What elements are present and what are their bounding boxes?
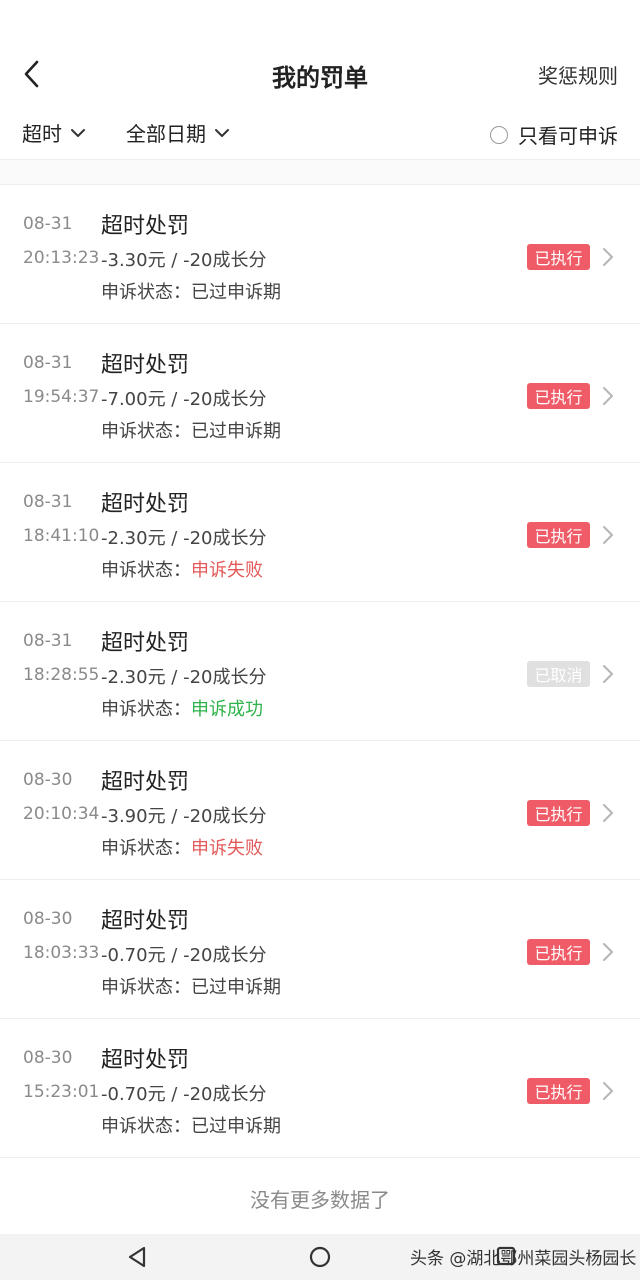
chevron-down-icon bbox=[71, 128, 85, 137]
record-date: 08-31 bbox=[23, 631, 73, 651]
watermark-text: 头条 @湖北鄂州菜园头杨园长 bbox=[410, 1249, 637, 1269]
appeal-status-prefix: 申诉状态： bbox=[101, 282, 191, 303]
record-date: 08-30 bbox=[23, 770, 73, 790]
appeal-status-prefix: 申诉状态： bbox=[101, 421, 191, 442]
type-filter-dropdown[interactable]: 超时 bbox=[22, 118, 86, 147]
record-title: 超时处罚 bbox=[101, 214, 190, 239]
chevron-right-icon bbox=[603, 387, 613, 405]
chevron-right-icon bbox=[603, 1082, 613, 1100]
execution-status-badge: 已执行 bbox=[527, 1078, 590, 1104]
execution-status-badge: 已执行 bbox=[527, 939, 590, 965]
appeal-only-radio[interactable] bbox=[490, 125, 508, 144]
appeal-status-line: 申诉状态：已过申诉期 bbox=[101, 1112, 281, 1138]
execution-status-badge: 已取消 bbox=[527, 661, 590, 687]
execution-status-badge: 已执行 bbox=[527, 383, 590, 409]
circle-home-icon[interactable] bbox=[309, 1246, 331, 1268]
penalty-row[interactable]: 08-31 18:28:55 超时处罚 -2.30元 / -20成长分 申诉状态… bbox=[0, 602, 640, 741]
record-amount: -0.70元 / -20成长分 bbox=[101, 1084, 267, 1105]
record-amount: -2.30元 / -20成长分 bbox=[101, 667, 267, 688]
record-time: 20:10:34 bbox=[23, 804, 100, 824]
record-title: 超时处罚 bbox=[101, 492, 190, 517]
app-header: 我的罚单 奖惩规则 bbox=[0, 0, 640, 110]
record-date: 08-31 bbox=[23, 214, 73, 234]
appeal-only-toggle[interactable]: 只看可申诉 bbox=[490, 120, 618, 149]
type-filter-label: 超时 bbox=[22, 122, 62, 146]
chevron-down-icon bbox=[215, 128, 229, 137]
chevron-right-icon bbox=[603, 665, 613, 683]
appeal-status-prefix: 申诉状态： bbox=[101, 1116, 191, 1137]
appeal-status-line: 申诉状态：申诉失败 bbox=[101, 834, 263, 860]
appeal-status-prefix: 申诉状态： bbox=[101, 699, 191, 720]
record-time: 18:41:10 bbox=[23, 526, 100, 546]
appeal-status-value: 已过申诉期 bbox=[191, 421, 281, 442]
record-title: 超时处罚 bbox=[101, 909, 190, 934]
record-amount: -3.90元 / -20成长分 bbox=[101, 806, 267, 827]
penalty-list: 08-31 20:13:23 超时处罚 -3.30元 / -20成长分 申诉状态… bbox=[0, 185, 640, 1158]
chevron-right-icon bbox=[603, 943, 613, 961]
execution-status-badge: 已执行 bbox=[527, 244, 590, 270]
appeal-status-prefix: 申诉状态： bbox=[101, 977, 191, 998]
record-amount: -3.30元 / -20成长分 bbox=[101, 250, 267, 271]
triangle-back-icon[interactable] bbox=[126, 1245, 148, 1269]
record-title: 超时处罚 bbox=[101, 1048, 190, 1073]
appeal-status-line: 申诉状态：已过申诉期 bbox=[101, 417, 281, 443]
list-top-spacer bbox=[0, 160, 640, 185]
record-time: 18:28:55 bbox=[23, 665, 100, 685]
record-amount: -2.30元 / -20成长分 bbox=[101, 528, 267, 549]
record-time: 15:23:01 bbox=[23, 1082, 100, 1102]
rules-link[interactable]: 奖惩规则 bbox=[538, 60, 618, 89]
record-amount: -7.00元 / -20成长分 bbox=[101, 389, 267, 410]
appeal-status-prefix: 申诉状态： bbox=[101, 838, 191, 859]
system-nav-bar: 头条 @湖北鄂州菜园头杨园长 bbox=[0, 1234, 640, 1280]
record-amount: -0.70元 / -20成长分 bbox=[101, 945, 267, 966]
penalty-row[interactable]: 08-31 20:13:23 超时处罚 -3.30元 / -20成长分 申诉状态… bbox=[0, 185, 640, 324]
record-date: 08-30 bbox=[23, 909, 73, 929]
date-filter-dropdown[interactable]: 全部日期 bbox=[126, 118, 230, 147]
no-more-data-text: 没有更多数据了 bbox=[250, 1188, 390, 1212]
penalty-row[interactable]: 08-31 19:54:37 超时处罚 -7.00元 / -20成长分 申诉状态… bbox=[0, 324, 640, 463]
appeal-status-prefix: 申诉状态： bbox=[101, 560, 191, 581]
record-date: 08-30 bbox=[23, 1048, 73, 1068]
date-filter-label: 全部日期 bbox=[126, 122, 206, 146]
appeal-status-value: 已过申诉期 bbox=[191, 1116, 281, 1137]
appeal-status-value: 申诉失败 bbox=[191, 560, 263, 581]
record-time: 19:54:37 bbox=[23, 387, 100, 407]
execution-status-badge: 已执行 bbox=[527, 800, 590, 826]
record-date: 08-31 bbox=[23, 492, 73, 512]
penalty-row[interactable]: 08-31 18:41:10 超时处罚 -2.30元 / -20成长分 申诉状态… bbox=[0, 463, 640, 602]
penalty-row[interactable]: 08-30 15:23:01 超时处罚 -0.70元 / -20成长分 申诉状态… bbox=[0, 1019, 640, 1158]
appeal-status-value: 申诉成功 bbox=[191, 699, 263, 720]
record-date: 08-31 bbox=[23, 353, 73, 373]
execution-status-badge: 已执行 bbox=[527, 522, 590, 548]
penalty-row[interactable]: 08-30 18:03:33 超时处罚 -0.70元 / -20成长分 申诉状态… bbox=[0, 880, 640, 1019]
appeal-status-line: 申诉状态：已过申诉期 bbox=[101, 973, 281, 999]
appeal-only-label: 只看可申诉 bbox=[518, 124, 618, 148]
appeal-status-value: 已过申诉期 bbox=[191, 282, 281, 303]
record-title: 超时处罚 bbox=[101, 631, 190, 656]
appeal-status-value: 申诉失败 bbox=[191, 838, 263, 859]
filter-bar: 超时 全部日期 只看可申诉 bbox=[0, 110, 640, 160]
record-title: 超时处罚 bbox=[101, 353, 190, 378]
appeal-status-line: 申诉状态：申诉失败 bbox=[101, 556, 263, 582]
penalty-row[interactable]: 08-30 20:10:34 超时处罚 -3.90元 / -20成长分 申诉状态… bbox=[0, 741, 640, 880]
page: 我的罚单 奖惩规则 超时 全部日期 只看可申诉 08-31 20:13:23 超… bbox=[0, 0, 640, 1280]
chevron-right-icon bbox=[603, 804, 613, 822]
appeal-status-line: 申诉状态：已过申诉期 bbox=[101, 278, 281, 304]
record-title: 超时处罚 bbox=[101, 770, 190, 795]
appeal-status-value: 已过申诉期 bbox=[191, 977, 281, 998]
record-time: 20:13:23 bbox=[23, 248, 100, 268]
appeal-status-line: 申诉状态：申诉成功 bbox=[101, 695, 263, 721]
chevron-right-icon bbox=[603, 526, 613, 544]
record-time: 18:03:33 bbox=[23, 943, 100, 963]
chevron-right-icon bbox=[603, 248, 613, 266]
